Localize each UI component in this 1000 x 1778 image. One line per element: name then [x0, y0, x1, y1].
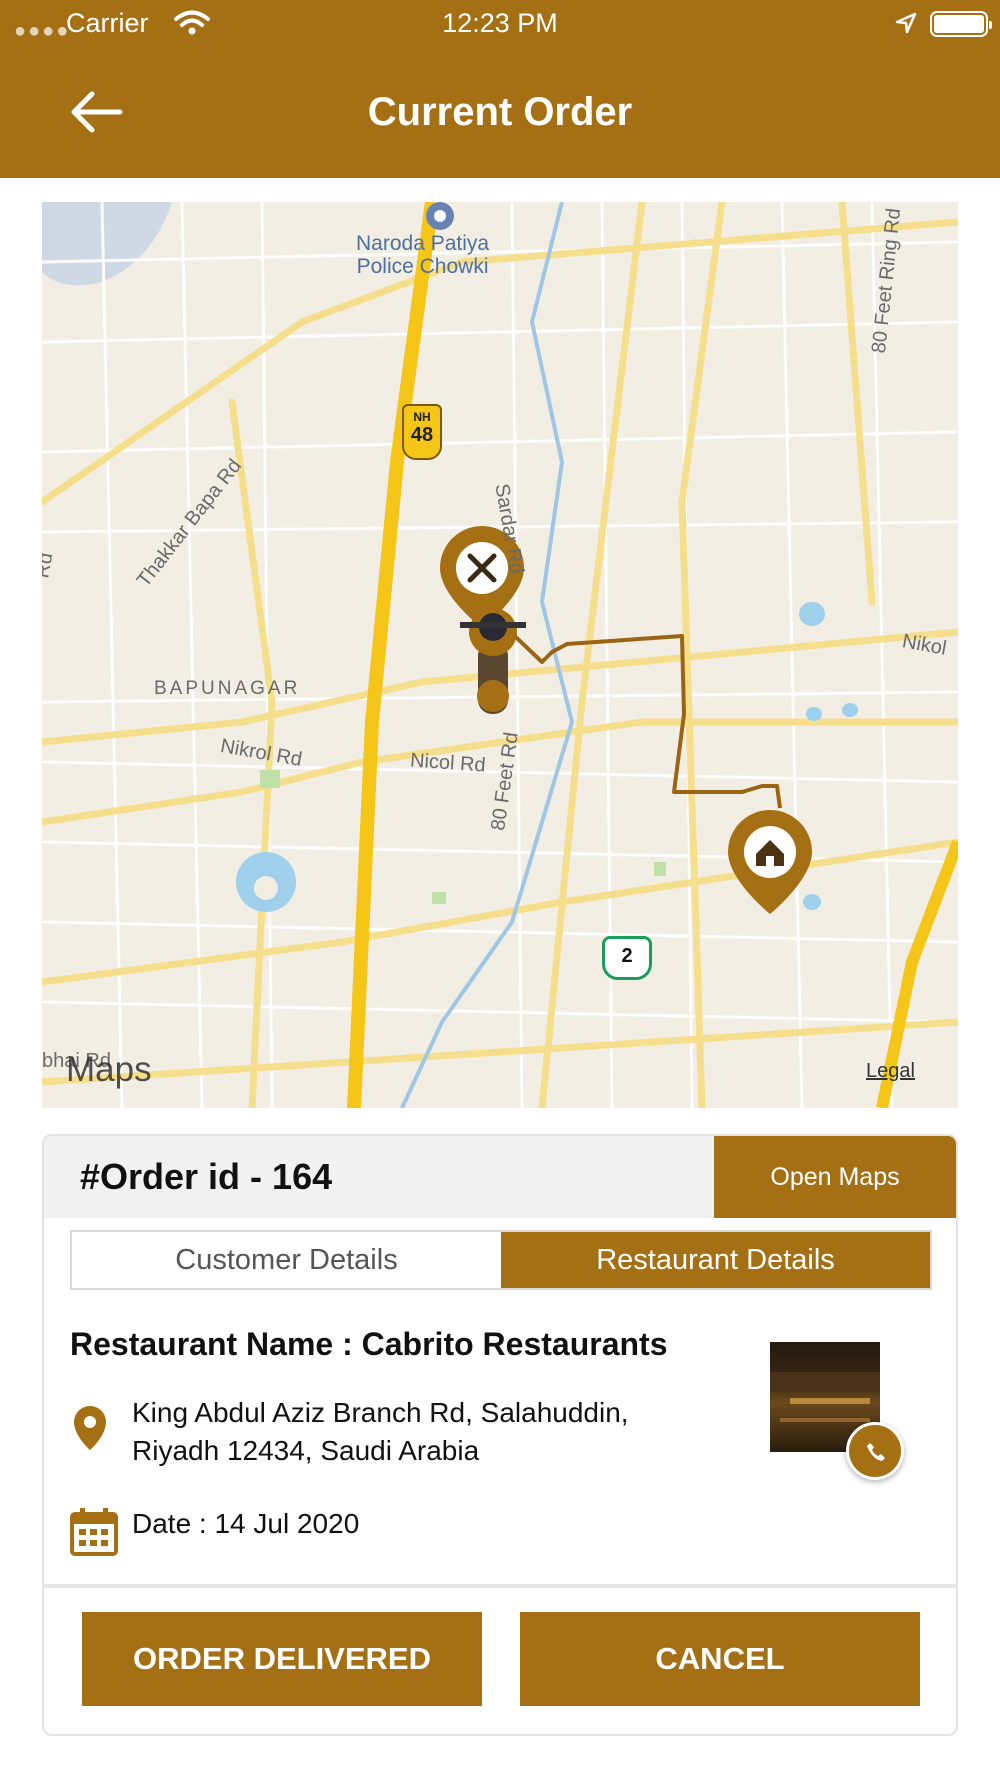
battery-icon [930, 11, 992, 37]
details-tabs: Customer Details Restaurant Details [70, 1230, 932, 1290]
legal-link[interactable]: Legal [866, 1060, 915, 1083]
restaurant-name: Restaurant Name : Cabrito Restaurants [70, 1326, 668, 1362]
cancel-button[interactable]: CANCEL [520, 1612, 920, 1706]
map-view[interactable]: Naroda Patiya Police Chowki NH 48 2 BAPU… [42, 202, 958, 1108]
order-id: #Order id - 164 [80, 1156, 333, 1197]
order-card: #Order id - 164 Open Maps Customer Detai… [42, 1134, 958, 1736]
open-maps-button[interactable]: Open Maps [714, 1136, 956, 1218]
map-roads [42, 202, 958, 1108]
page-title: Current Order [367, 90, 633, 134]
order-date: Date : 14 Jul 2020 [132, 1508, 360, 1539]
maps-logo: Maps [66, 1050, 152, 1089]
calendar-icon [70, 1506, 118, 1561]
order-delivered-button[interactable]: ORDER DELIVERED [82, 1612, 482, 1706]
highway-shield: 2 [602, 936, 652, 980]
home-pin-icon[interactable] [728, 810, 812, 914]
tab-customer-details[interactable]: Customer Details [72, 1232, 501, 1288]
poi-label: Naroda Patiya Police Chowki [356, 232, 490, 278]
map-label-bapunagar: BAPUNAGAR [154, 678, 301, 699]
order-card-header: #Order id - 164 Open Maps [44, 1136, 956, 1218]
tab-restaurant-details[interactable]: Restaurant Details [501, 1232, 930, 1288]
app-header: ●●●● Carrier 12:23 PM Current Order [0, 0, 1000, 178]
nh-shield: NH 48 [402, 404, 442, 460]
call-button[interactable] [846, 1422, 904, 1480]
location-arrow-icon [895, 12, 917, 39]
status-time: 12:23 PM [442, 8, 558, 38]
location-pin-icon [72, 1404, 108, 1457]
card-divider [44, 1584, 956, 1588]
phone-icon [867, 1443, 885, 1461]
restaurant-address: King Abdul Aziz Branch Rd, Salahuddin, R… [132, 1397, 629, 1466]
status-bar: ●●●● Carrier 12:23 PM [0, 0, 1000, 48]
